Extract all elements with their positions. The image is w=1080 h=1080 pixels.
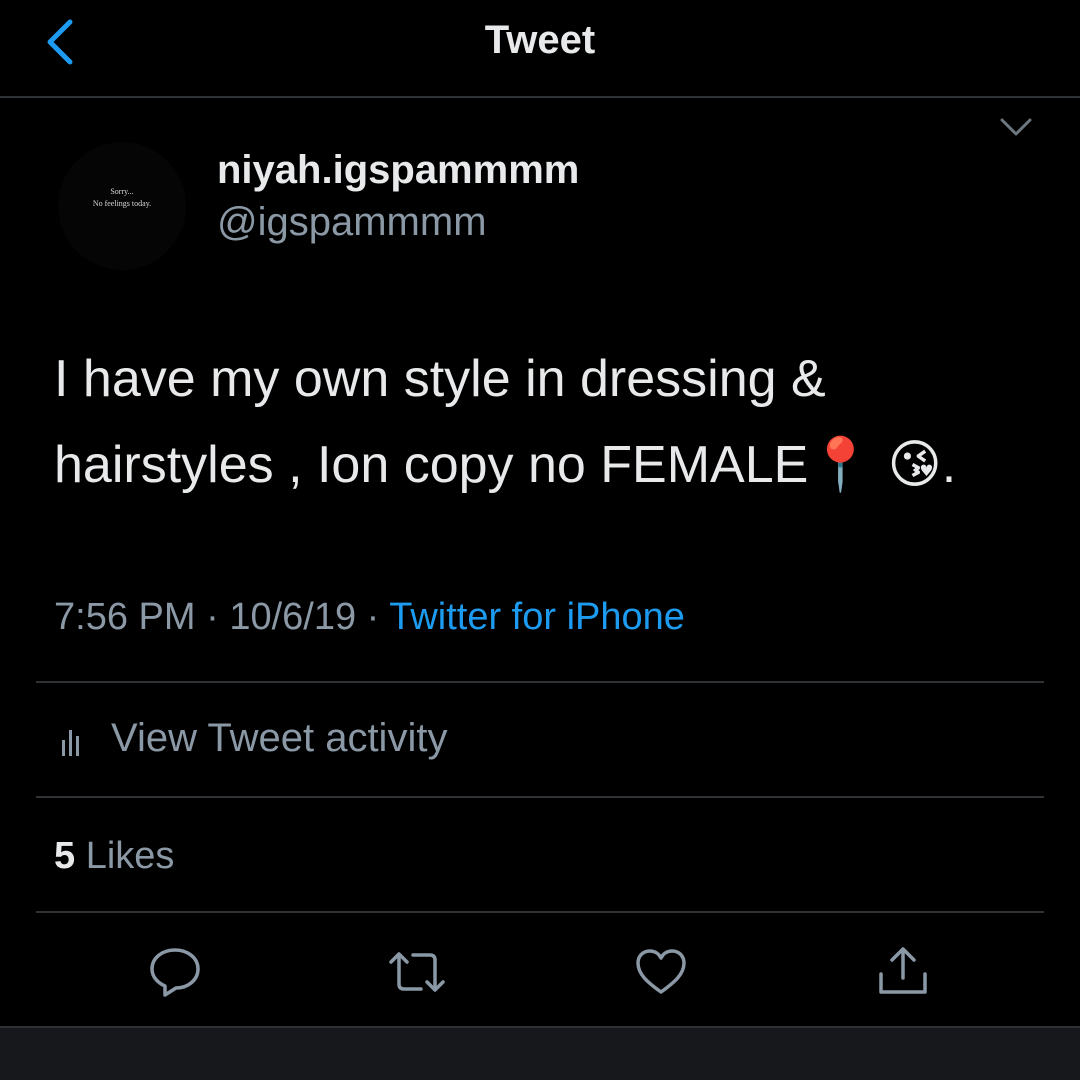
view-tweet-activity-label: View Tweet activity [111,716,448,760]
tweet-time: 7:56 PM [54,596,196,638]
reply-button[interactable] [147,944,203,1000]
bottom-bar [0,1026,1080,1080]
avatar-text-line2: No feelings today. [92,199,152,208]
tweet-source-link[interactable]: Twitter for iPhone [389,596,685,638]
like-button[interactable] [633,944,689,1000]
nav-bar: Tweet [0,0,1080,98]
bar-chart-icon [62,730,79,756]
tweet-emojis: 📍 😘 [808,436,942,494]
tweet-text-end: . [941,436,957,494]
likes-label: Likes [85,835,175,877]
tweet-text-line2: hairstyles , Ion copy no FEMALE📍 😘. [54,422,1044,508]
retweet-icon [389,952,445,992]
page-title: Tweet [484,18,596,62]
share-button[interactable] [875,944,931,1000]
divider [36,911,1044,913]
author-display-name[interactable]: niyah.igspammmm [217,148,579,193]
heart-icon [636,949,686,994]
divider [36,796,1044,798]
tweet-text-line2-words: hairstyles , Ion copy no FEMALE [54,436,809,494]
likes-summary[interactable]: 5 Likes [54,835,174,878]
meta-separator: · [366,596,380,638]
likes-count: 5 [54,835,76,877]
reply-icon [150,948,200,997]
share-icon [879,947,927,994]
tweet-date: 10/6/19 [229,596,357,638]
tweet-text: I have my own style in dressing & hairst… [54,336,1044,508]
author-handle[interactable]: @igspammmm [217,200,487,245]
meta-separator: · [206,596,219,638]
divider [36,681,1044,683]
avatar-text-line1: Sorry... [110,187,134,196]
retweet-button[interactable] [387,944,445,1000]
tweet-options-button[interactable] [998,114,1034,140]
tweet-meta: 7:56 PM · 10/6/19 · Twitter for iPhone [54,596,685,639]
view-tweet-activity-button[interactable]: View Tweet activity [36,684,1044,796]
avatar[interactable]: Sorry... No feelings today. [58,142,186,270]
chevron-down-icon [1000,118,1032,136]
tweet-text-line1: I have my own style in dressing & [54,350,826,408]
